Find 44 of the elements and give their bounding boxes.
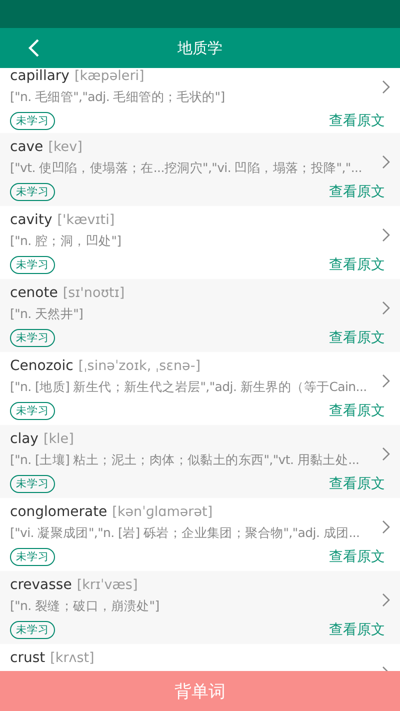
view-original-link[interactable]: 查看原文 [329,402,385,420]
word-row[interactable]: crevasse [krɪˈvæs] ["n. 裂缝；破口，崩溃处"] 未学习 查看原文 [0,571,400,644]
status-badge: 未学习 [10,183,55,201]
definition-text: ["n. [土壤] 粘土；泥土；肉体；似黏土的东西","vt. 用黏土处... [10,451,360,469]
word-text: cave [10,139,44,155]
word-text: capillary [10,68,70,84]
status-badge: 未学习 [10,329,55,347]
word-row[interactable]: cenote [sɪ'noʊtɪ] ["n. 天然井"] 未学习 查看原文 [0,279,400,352]
status-badge: 未学习 [10,402,55,420]
back-icon[interactable] [28,38,40,58]
phonetic-text: [kle] [43,431,74,447]
status-badge: 未学习 [10,475,55,493]
phonetic-text: [sɪ'noʊtɪ] [62,285,125,301]
word-text: conglomerate [10,504,108,520]
status-badge: 未学习 [10,112,55,130]
word-text: cavity [10,212,52,228]
definition-text: ["n. 裂缝；破口，崩溃处"] [10,597,160,615]
view-original-link[interactable]: 查看原文 [329,548,385,566]
status-badge: 未学习 [10,621,55,639]
definition-text: ["vt. 使凹陷，使塌落；在...挖洞穴","vi. 凹陷，塌落；投降","... [10,159,363,177]
page-title: 地质学 [178,38,222,58]
status-badge: 未学习 [10,548,55,566]
phonetic-text: [krɪˈvæs] [76,577,138,593]
word-row[interactable]: cave [kev] ["vt. 使凹陷，使塌落；在...挖洞穴","vi. 凹陷，塌落；投降","... 未学习 查看原文 [0,133,400,206]
phonetic-text: [ˌsinəˈzoɪk, ˌsɛnə-] [78,358,200,374]
phonetic-text: [kənˈɡlɑmərət] [112,504,213,520]
definition-text: ["n. 毛细管","adj. 毛细管的；毛状的"] [10,88,226,106]
view-original-link[interactable]: 查看原文 [329,256,385,274]
phonetic-text: ['kævɪti] [57,212,115,228]
phonetic-text: [kev] [48,139,82,155]
view-original-link[interactable]: 查看原文 [329,112,385,130]
word-row[interactable]: clay [kle] ["n. [土壤] 粘土；泥土；肉体；似黏土的东西","vt. 用黏土处... 未学习 查看原文 [0,425,400,498]
word-text: Cenozoic [10,358,74,374]
status-badge: 未学习 [10,256,55,274]
word-text: crust [10,650,46,666]
phonetic-text: [krʌst] [50,650,94,666]
phonetic-text: [kæpəleri] [74,68,144,84]
definition-text: ["n. [地质] 新生代；新生代之岩层","adj. 新生界的（等于Cain... [10,378,368,396]
definition-text: ["vi. 凝聚成团","n. [岩] 砾岩；企业集团；聚合物","adj. 成团... [10,524,361,542]
definition-text: ["n. 腔；洞，凹处"] [10,232,122,250]
word-text: cenote [10,285,58,301]
definition-text: ["n. 天然井"] [10,305,84,323]
word-text: crevasse [10,577,72,593]
word-text: clay [10,431,38,447]
